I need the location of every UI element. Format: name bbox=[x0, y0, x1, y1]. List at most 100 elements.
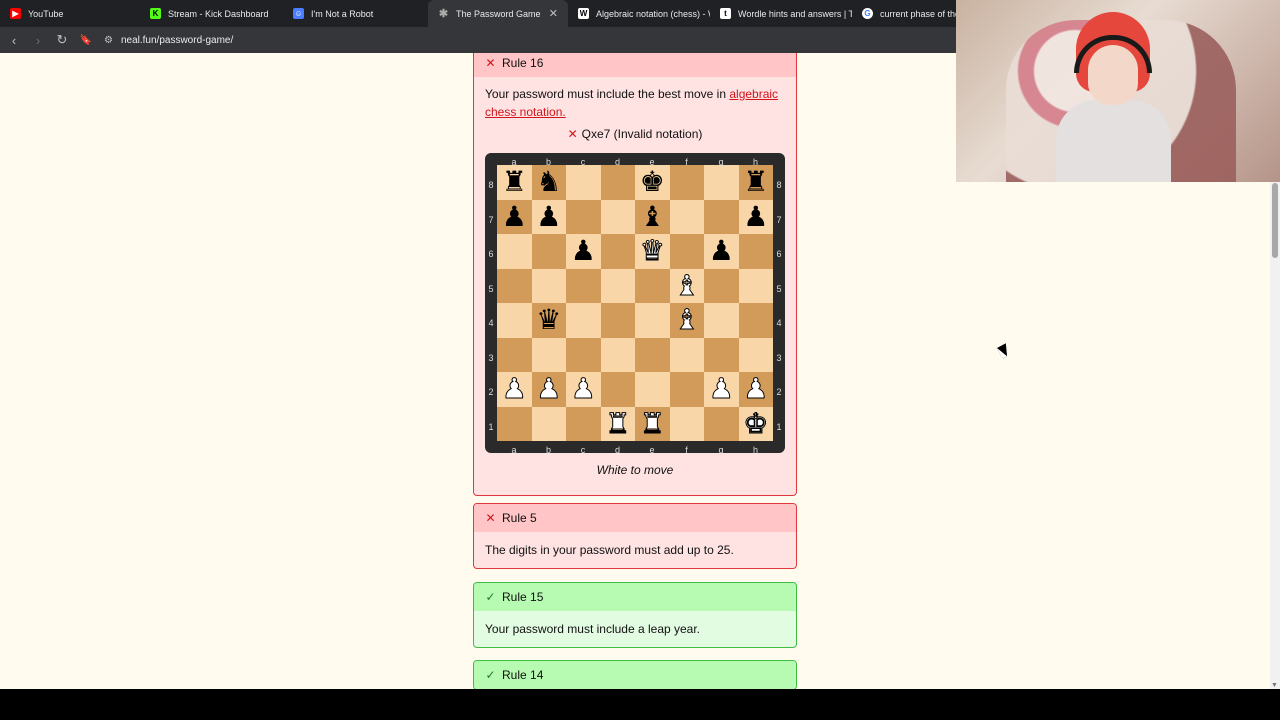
square-a2[interactable]: ♟ bbox=[497, 372, 532, 407]
square-e3[interactable] bbox=[635, 337, 670, 372]
square-g3[interactable] bbox=[704, 337, 739, 372]
square-f4[interactable]: ♝ bbox=[669, 303, 704, 338]
square-c4[interactable] bbox=[566, 303, 601, 338]
square-b4[interactable]: ♛ bbox=[531, 303, 566, 338]
square-d4[interactable] bbox=[600, 303, 635, 338]
square-d3[interactable] bbox=[600, 337, 635, 372]
square-f3[interactable] bbox=[669, 337, 704, 372]
square-d5[interactable] bbox=[600, 268, 635, 303]
square-f7[interactable] bbox=[669, 199, 704, 234]
square-g6[interactable]: ♟ bbox=[704, 234, 739, 269]
white-bishop-icon[interactable]: ♝ bbox=[674, 305, 700, 334]
white-pawn-icon[interactable]: ♟ bbox=[536, 374, 562, 403]
square-a7[interactable]: ♟ bbox=[497, 199, 532, 234]
move-status: ✕ Qxe7 (Invalid notation) bbox=[485, 125, 785, 143]
white-bishop-icon[interactable]: ♝ bbox=[674, 271, 700, 300]
square-e7[interactable]: ♝ bbox=[635, 199, 670, 234]
square-e2[interactable] bbox=[635, 372, 670, 407]
square-e4[interactable] bbox=[635, 303, 670, 338]
white-rook-icon[interactable]: ♜ bbox=[605, 409, 631, 438]
tab-google[interactable]: G current phase of the m bbox=[852, 0, 956, 27]
scrollbar-thumb[interactable] bbox=[1272, 183, 1278, 258]
square-c5[interactable] bbox=[566, 268, 601, 303]
square-e5[interactable] bbox=[635, 268, 670, 303]
black-pawn-icon[interactable]: ♟ bbox=[743, 202, 768, 231]
square-g5[interactable] bbox=[704, 268, 739, 303]
black-pawn-icon[interactable]: ♟ bbox=[709, 237, 734, 265]
square-a3[interactable] bbox=[497, 337, 532, 372]
square-h6[interactable] bbox=[738, 234, 773, 269]
square-b5[interactable] bbox=[531, 268, 566, 303]
white-rook-icon[interactable]: ♜ bbox=[639, 409, 665, 438]
square-h7[interactable]: ♟ bbox=[738, 199, 773, 234]
square-g7[interactable] bbox=[704, 199, 739, 234]
tab-password-game[interactable]: ✱ The Password Game ✕ bbox=[428, 0, 568, 27]
white-pawn-icon[interactable]: ♟ bbox=[708, 374, 734, 403]
rank-label: 6 bbox=[488, 249, 494, 259]
tab-robot[interactable]: ☺ I'm Not a Robot bbox=[283, 0, 428, 27]
square-c2[interactable]: ♟ bbox=[566, 372, 601, 407]
tab-youtube[interactable]: ▶ YouTube bbox=[0, 0, 140, 27]
forward-icon[interactable]: › bbox=[28, 30, 48, 50]
square-a4[interactable] bbox=[497, 303, 532, 338]
square-a6[interactable] bbox=[497, 234, 532, 269]
square-f5[interactable]: ♝ bbox=[669, 268, 704, 303]
black-rook-icon[interactable]: ♜ bbox=[502, 168, 527, 196]
black-rook-icon[interactable]: ♜ bbox=[743, 168, 768, 196]
square-d6[interactable] bbox=[600, 234, 635, 269]
square-d1[interactable]: ♜ bbox=[600, 406, 635, 441]
square-b7[interactable]: ♟ bbox=[531, 199, 566, 234]
black-bishop-icon[interactable]: ♝ bbox=[640, 202, 665, 231]
square-a5[interactable] bbox=[497, 268, 532, 303]
reload-icon[interactable]: ↻ bbox=[52, 30, 72, 50]
square-g2[interactable]: ♟ bbox=[704, 372, 739, 407]
close-icon[interactable]: ✕ bbox=[549, 7, 558, 20]
square-c6[interactable]: ♟ bbox=[566, 234, 601, 269]
white-king-icon[interactable]: ♚ bbox=[743, 409, 769, 438]
square-h3[interactable] bbox=[738, 337, 773, 372]
scroll-down-icon[interactable]: ▼ bbox=[1271, 682, 1278, 689]
rule-title: Rule 5 bbox=[502, 511, 537, 525]
site-info-icon[interactable]: ⚙ bbox=[104, 35, 113, 46]
white-pawn-icon[interactable]: ♟ bbox=[570, 374, 596, 403]
tab-wikipedia[interactable]: W Algebraic notation (chess) - Wi bbox=[568, 0, 710, 27]
white-pawn-icon[interactable]: ♟ bbox=[743, 374, 769, 403]
square-b1[interactable] bbox=[531, 406, 566, 441]
rank-label: 3 bbox=[488, 352, 494, 363]
square-f2[interactable] bbox=[669, 372, 704, 407]
bookmark-icon[interactable]: 🔖 bbox=[76, 30, 96, 50]
black-pawn-icon[interactable]: ♟ bbox=[536, 202, 561, 231]
white-queen-icon[interactable]: ♛ bbox=[639, 236, 665, 265]
square-h2[interactable]: ♟ bbox=[738, 372, 773, 407]
white-pawn-icon[interactable]: ♟ bbox=[501, 374, 527, 403]
url-field[interactable]: ⚙ neal.fun/password-game/ bbox=[104, 35, 233, 46]
square-b2[interactable]: ♟ bbox=[531, 372, 566, 407]
square-d2[interactable] bbox=[600, 372, 635, 407]
square-f1[interactable] bbox=[669, 406, 704, 441]
black-queen-icon[interactable]: ♛ bbox=[536, 306, 561, 334]
square-a1[interactable] bbox=[497, 406, 532, 441]
back-icon[interactable]: ‹ bbox=[4, 30, 24, 50]
square-h1[interactable]: ♚ bbox=[738, 406, 773, 441]
black-pawn-icon[interactable]: ♟ bbox=[571, 237, 596, 265]
tab-wordle[interactable]: t Wordle hints and answers | Tom bbox=[710, 0, 852, 27]
square-c7[interactable] bbox=[566, 199, 601, 234]
square-f6[interactable] bbox=[669, 234, 704, 269]
tab-kick[interactable]: K Stream - Kick Dashboard bbox=[140, 0, 283, 27]
square-b6[interactable] bbox=[531, 234, 566, 269]
square-g4[interactable] bbox=[704, 303, 739, 338]
square-c1[interactable] bbox=[566, 406, 601, 441]
square-h5[interactable] bbox=[738, 268, 773, 303]
square-g1[interactable] bbox=[704, 406, 739, 441]
black-knight-icon[interactable]: ♞ bbox=[536, 168, 561, 196]
square-e1[interactable]: ♜ bbox=[635, 406, 670, 441]
rank-label: 8 bbox=[488, 180, 494, 190]
square-d7[interactable] bbox=[600, 199, 635, 234]
square-h4[interactable] bbox=[738, 303, 773, 338]
square-e6[interactable]: ♛ bbox=[635, 234, 670, 269]
black-pawn-icon[interactable]: ♟ bbox=[502, 202, 527, 231]
square-b3[interactable] bbox=[531, 337, 566, 372]
square-c3[interactable] bbox=[566, 337, 601, 372]
black-king-icon[interactable]: ♚ bbox=[640, 168, 665, 196]
check-icon: ✓ bbox=[485, 590, 496, 604]
